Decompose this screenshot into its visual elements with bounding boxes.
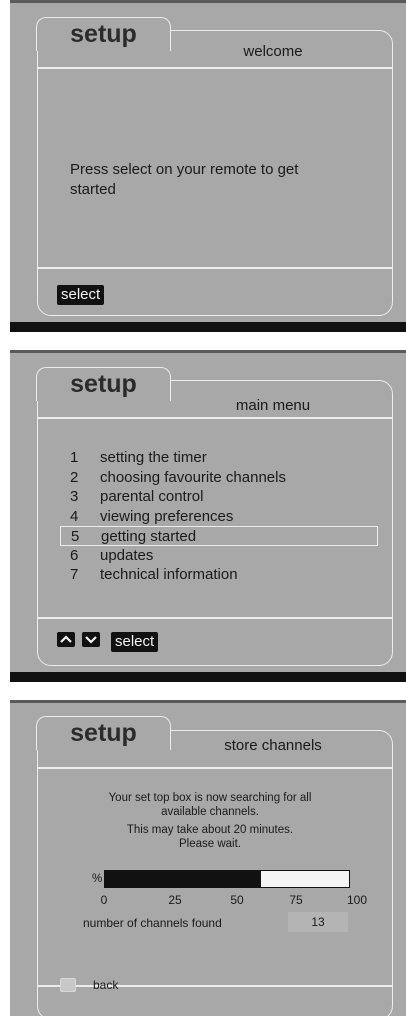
back-label: back — [93, 978, 119, 992]
menu-item-parental-control[interactable]: 3 parental control — [60, 487, 378, 507]
header-divider — [38, 767, 392, 769]
screen-bottom-bar — [10, 322, 406, 332]
setup-tab-title: setup — [70, 20, 137, 48]
chevron-up-icon — [60, 635, 72, 643]
menu-item-number: 7 — [70, 566, 79, 583]
menu-item-number: 2 — [70, 468, 79, 486]
setup-tab-title: setup — [70, 719, 137, 747]
header-divider — [38, 67, 392, 69]
screen-top-line — [10, 350, 406, 353]
progress-fill — [105, 871, 262, 887]
welcome-header: welcome — [243, 43, 303, 60]
menu-item-technical-information[interactable]: 7 technical information — [60, 565, 378, 585]
menu-item-number: 4 — [70, 507, 79, 525]
setup-tab-title: setup — [70, 370, 137, 398]
progress-tick-label: 100 — [346, 893, 368, 907]
select-button[interactable]: select — [57, 285, 105, 305]
search-info-line: available channels. — [161, 806, 259, 818]
footer-divider — [38, 985, 392, 987]
header-divider — [38, 417, 392, 419]
menu-item-label: technical information — [100, 566, 238, 583]
progress-tick-label: 50 — [230, 893, 244, 907]
menu-item-getting-started[interactable]: 5 getting started — [60, 526, 378, 546]
menu-item-label: getting started — [101, 528, 197, 545]
progress-tick-label: 0 — [100, 893, 108, 907]
up-arrow-button[interactable] — [57, 632, 75, 647]
welcome-message: Press select on your remote to get start… — [70, 161, 299, 198]
menu-item-setting-the-timer[interactable]: 1 setting the timer — [60, 448, 378, 468]
main-menu-header: main menu — [235, 397, 311, 414]
screen-top-line — [10, 0, 406, 3]
menu-item-number: 5 — [71, 528, 80, 545]
menu-item-label: parental control — [100, 488, 204, 505]
search-info-line: This may take about 20 minutes. — [126, 824, 294, 836]
menu-item-label: updates — [100, 546, 154, 564]
progress-tick-label: 75 — [289, 893, 303, 907]
search-info-line: Your set top box is now searching for al… — [108, 792, 312, 804]
search-info-line: Please wait. — [178, 838, 241, 850]
footer-divider — [38, 617, 392, 619]
menu-item-viewing-preferences[interactable]: 4 viewing preferences — [60, 507, 378, 527]
menu-item-number: 3 — [70, 488, 79, 505]
setup-tab: setup — [36, 17, 171, 51]
screen-top-line — [10, 700, 406, 703]
search-progress-bar — [104, 870, 350, 888]
menu-item-label: setting the timer — [100, 449, 207, 466]
menu-item-number: 1 — [70, 449, 79, 466]
channels-found-label: number of channels found — [83, 916, 222, 930]
select-button[interactable]: select — [111, 632, 159, 652]
menu-item-label: choosing favourite channels — [100, 468, 286, 486]
setup-tab: setup — [36, 367, 171, 401]
menu-item-updates[interactable]: 6 updates — [60, 546, 378, 566]
menu-item-choosing-favourite-channels[interactable]: 2 choosing favourite channels — [60, 468, 378, 488]
store-channels-header: store channels — [224, 737, 322, 754]
chevron-down-icon — [85, 636, 97, 644]
down-arrow-button[interactable] — [82, 632, 100, 647]
channels-found-count: 13 — [288, 912, 348, 932]
progress-tick-label: 25 — [168, 893, 182, 907]
footer-divider — [38, 267, 392, 269]
screen-bottom-bar — [10, 672, 406, 682]
menu-item-number: 6 — [70, 546, 79, 564]
main-menu-list: 1 setting the timer 2 choosing favourite… — [60, 448, 378, 585]
percent-symbol: % — [92, 873, 103, 885]
menu-item-label: viewing preferences — [100, 507, 234, 525]
setup-tab: setup — [36, 716, 171, 750]
back-button-icon[interactable] — [60, 978, 76, 992]
